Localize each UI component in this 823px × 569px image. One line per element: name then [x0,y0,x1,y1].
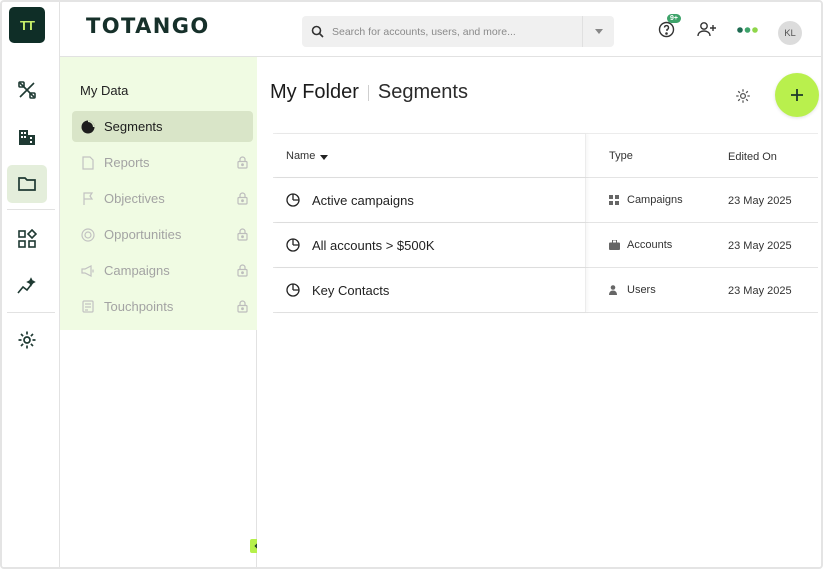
segment-type: Accounts [627,239,673,251]
sidebar-item-label: Campaigns [104,263,170,278]
search-input[interactable] [332,25,582,38]
segment-name[interactable]: Key Contacts [312,283,389,298]
sidebar-item-label: Objectives [104,191,165,206]
type-column-header[interactable]: Type [586,150,703,162]
briefcase-icon [609,240,621,250]
table-row[interactable]: Active campaigns Campaigns 23 May 2025 [273,178,818,223]
lock-icon [231,264,253,277]
edited-date: 23 May 2025 [728,195,792,207]
report-icon [72,155,104,170]
sidebar-item-objectives[interactable]: Objectives [72,183,253,214]
add-segment-button[interactable] [775,73,819,117]
sidebar-item-reports[interactable]: Reports [72,147,253,178]
sidebar-item-label: Touchpoints [104,299,174,314]
widgets-icon[interactable] [7,220,47,258]
edited-column-header[interactable]: Edited On [703,147,818,165]
sidebar-item-label: Segments [104,119,163,134]
sidebar-item-campaigns[interactable]: Campaigns [72,255,253,286]
settings-gear-icon[interactable] [735,88,751,109]
sidebar-item-opportunities[interactable]: Opportunities [72,219,253,250]
notification-badge: 9+ [667,14,681,23]
my-data-sidebar: My Data Segments Reports Objectives Oppo… [60,57,264,567]
add-user-icon[interactable] [697,21,717,38]
name-column-header[interactable]: Name [273,134,586,177]
sort-desc-icon[interactable] [320,147,329,165]
pie-icon [72,120,104,134]
table-header: Name Type Edited On [273,134,818,178]
sidebar-item-label: Opportunities [104,227,182,242]
logo-mark[interactable]: TT [9,7,45,43]
segment-name[interactable]: Active campaigns [312,193,414,208]
tools-icon[interactable] [7,71,47,109]
breadcrumb: My Folder Segments [270,81,468,104]
segment-type: Users [627,284,656,296]
help-icon[interactable] [658,21,675,38]
top-bar: TOTANGO 9+ [60,2,821,57]
edited-date: 23 May 2025 [728,285,792,297]
segment-pie-icon [286,283,302,297]
segment-pie-icon [286,238,302,252]
insights-icon[interactable] [7,267,47,305]
rail-divider [7,312,55,313]
status-dots-icon[interactable] [737,26,759,34]
search-scope-dropdown[interactable] [582,16,614,47]
segment-name[interactable]: All accounts > $500K [312,238,435,253]
global-search [302,16,614,47]
lock-icon [231,228,253,241]
table-row[interactable]: All accounts > $500K Accounts 23 May 202… [273,223,818,268]
segments-table: Name Type Edited On Active campaigns Cam… [273,133,818,313]
user-avatar[interactable]: KL [778,21,802,45]
megaphone-icon [72,264,104,277]
note-icon [72,300,104,313]
sidebar-item-label: Reports [104,155,150,170]
sidebar-item-touchpoints[interactable]: Touchpoints [72,291,253,322]
main-content: My Folder Segments Name Type Edited On A… [257,57,821,567]
edited-date: 23 May 2025 [728,240,792,252]
search-icon [302,25,332,38]
rail-divider [7,209,55,210]
breadcrumb-divider [367,84,369,101]
segment-type: Campaigns [627,194,683,206]
breadcrumb-parent[interactable]: My Folder [270,81,359,104]
buildings-icon[interactable] [7,118,47,156]
sidebar-title: My Data [80,83,129,98]
segment-pie-icon [286,193,302,207]
folder-icon[interactable] [7,165,47,203]
table-row[interactable]: Key Contacts Users 23 May 2025 [273,268,818,313]
grid-icon [609,195,621,205]
lock-icon [231,192,253,205]
flag-icon [72,191,104,206]
gear-icon[interactable] [7,321,47,359]
sidebar-item-segments[interactable]: Segments [72,111,253,142]
app-window: TT TOTANGO Search for accounts, users, a… [0,0,823,569]
icon-rail: TT [2,2,60,567]
plus-icon [791,89,803,101]
lock-icon [231,156,253,169]
lock-icon [231,300,253,313]
target-icon [72,227,104,242]
brand-logo[interactable]: TOTANGO [86,14,210,38]
page-title: Segments [377,81,468,103]
user-icon [609,285,621,295]
